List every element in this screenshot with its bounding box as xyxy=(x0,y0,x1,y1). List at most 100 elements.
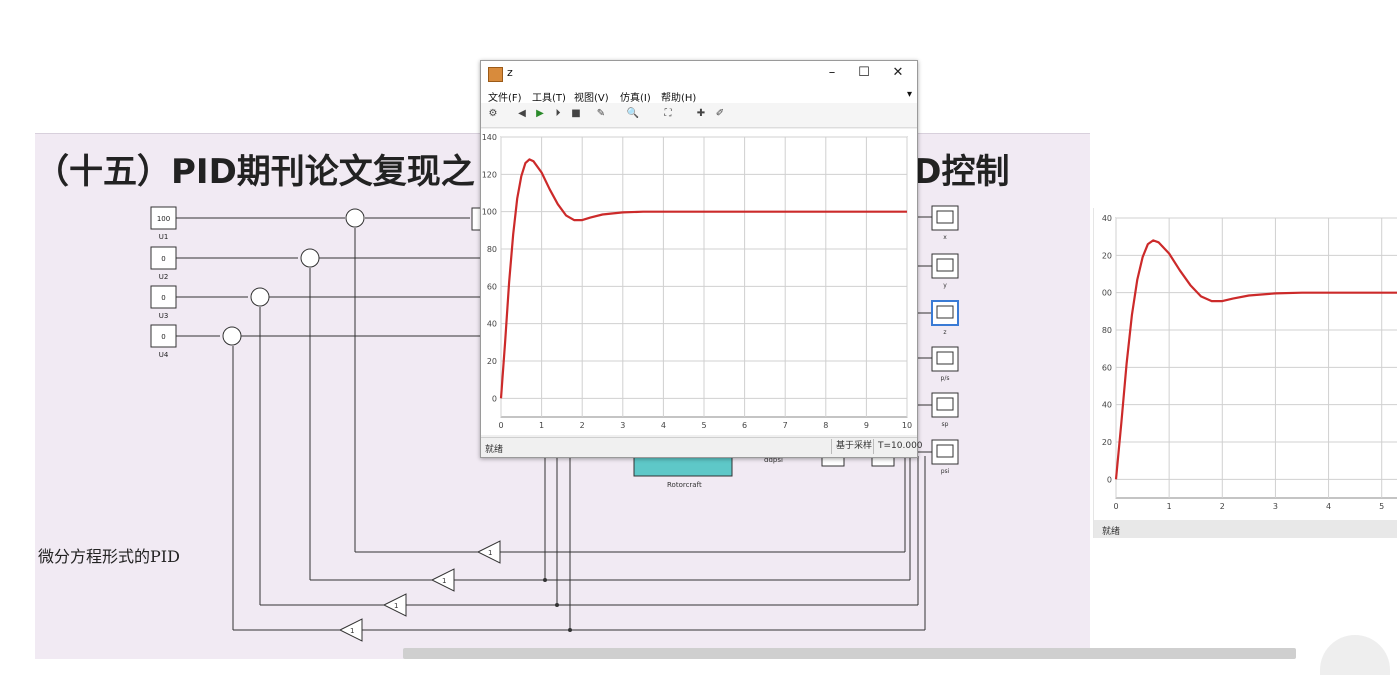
y-tick-label: 60 xyxy=(487,282,497,291)
toolbar: ⚙ ◀ ▶ ⏵ ■ ✎ 🔍 ⛶ ✚ ✐ xyxy=(481,103,917,128)
y-tick-label: 20 xyxy=(487,357,497,366)
constant-value: 0 xyxy=(161,333,165,341)
x-tick-label: 0 xyxy=(1113,502,1118,511)
scope-label: sp xyxy=(942,421,949,428)
y-tick-label: 00 xyxy=(1102,289,1112,298)
plot-area: 0 1 2 3 4 5 6 7 8 9 10 0 20 40 60 80 100 120 140 xyxy=(481,129,917,435)
constant-value: 100 xyxy=(157,215,170,223)
y-tick-label: 20 xyxy=(1102,438,1112,447)
constant-value: 0 xyxy=(161,255,165,263)
scope-screen-icon xyxy=(936,351,954,365)
x-tick-label: 10 xyxy=(902,421,912,430)
y-tick-label: 120 xyxy=(482,170,497,179)
y-tick-label: 40 xyxy=(1102,214,1112,223)
x-tick-label: 2 xyxy=(1220,502,1225,511)
autoscale-icon[interactable]: ⛶ xyxy=(661,107,675,121)
scope-label: psi xyxy=(941,468,950,475)
x-tick-label: 5 xyxy=(1379,502,1384,511)
right-status-bar: 就绪 xyxy=(1094,520,1397,538)
scope-screen-icon xyxy=(936,258,954,272)
x-tick-label: 3 xyxy=(1273,502,1278,511)
constant-label: U3 xyxy=(159,312,169,320)
y-tick-label: 0 xyxy=(1107,475,1112,484)
matlab-icon xyxy=(488,67,503,82)
y-tick-label: 80 xyxy=(487,245,497,254)
x-tick-label: 1 xyxy=(539,421,544,430)
menu-overflow-icon[interactable]: ▾ xyxy=(907,89,912,100)
scope-screen-icon xyxy=(936,305,954,319)
x-tick-label: 8 xyxy=(823,421,828,430)
x-tick-label: 0 xyxy=(498,421,503,430)
x-tick-label: 4 xyxy=(1326,502,1331,511)
scope-screen-icon xyxy=(936,444,954,458)
menu-bar: 文件(F) 工具(T) 视图(V) 仿真(I) 帮助(H) ▾ xyxy=(481,87,917,104)
constant-value: 0 xyxy=(161,294,165,302)
sum-block xyxy=(300,248,320,268)
menu-simulation[interactable]: 仿真(I) xyxy=(620,89,651,104)
sum-block xyxy=(250,287,270,307)
scope-plot: 0 1 2 3 4 5 6 7 8 9 10020406080100120140 xyxy=(482,133,912,430)
subsystem-label: Rotorcraft xyxy=(667,481,702,489)
x-tick-label: 9 xyxy=(864,421,869,430)
step-back-icon[interactable]: ◀ xyxy=(515,107,529,121)
cursor-measure-icon[interactable]: ✚ xyxy=(694,107,708,121)
right-scope-panel: 0123456020406080002040 就绪 xyxy=(1093,208,1397,538)
gain-label: 1 xyxy=(350,627,354,635)
constant-label: U4 xyxy=(159,351,169,359)
step-forward-icon[interactable]: ⏵ xyxy=(551,107,565,121)
window-title: z xyxy=(507,66,513,79)
status-bar: 就绪 基于采样 T=10.000 xyxy=(481,437,923,457)
horizontal-scrollbar[interactable] xyxy=(403,648,1296,659)
edit-icon[interactable]: ✐ xyxy=(713,107,727,121)
scope-label: p/s xyxy=(941,375,950,382)
plot-frame xyxy=(1115,217,1397,499)
menu-file[interactable]: 文件(F) xyxy=(488,89,522,104)
scope-label: y xyxy=(943,282,947,289)
status-mode: 基于采样 xyxy=(831,439,876,454)
x-tick-label: 2 xyxy=(580,421,585,430)
gain-label: 1 xyxy=(442,577,446,585)
gain-label: 1 xyxy=(394,602,398,610)
rotorcraft-subsystem xyxy=(633,455,733,477)
scope-screen-icon xyxy=(936,397,954,411)
scope-screen-icon xyxy=(936,210,954,224)
maximize-icon[interactable]: ☐ xyxy=(849,63,879,83)
status-time: T=10.000 xyxy=(873,439,927,454)
zoom-icon[interactable]: 🔍 xyxy=(626,107,640,121)
scope-label: z xyxy=(943,329,946,336)
menu-view[interactable]: 视图(V) xyxy=(574,89,609,104)
x-tick-label: 4 xyxy=(661,421,666,430)
close-icon[interactable]: ✕ xyxy=(883,63,913,83)
settings-icon[interactable]: ⚙ xyxy=(486,107,500,121)
status-ready: 就绪 xyxy=(485,445,504,455)
y-tick-label: 0 xyxy=(492,394,497,403)
right-status-ready: 就绪 xyxy=(1102,527,1121,537)
right-scope-plot: 0123456020406080002040 xyxy=(1102,214,1397,511)
y-tick-label: 60 xyxy=(1102,363,1112,372)
run-icon[interactable]: ▶ xyxy=(533,107,547,121)
title-bar: z – ☐ ✕ xyxy=(481,61,917,87)
minimize-icon[interactable]: – xyxy=(817,63,847,83)
x-tick-label: 1 xyxy=(1167,502,1172,511)
y-tick-label: 140 xyxy=(482,133,497,142)
y-tick-label: 80 xyxy=(1102,326,1112,335)
x-tick-label: 5 xyxy=(701,421,706,430)
scope-window: z – ☐ ✕ 文件(F) 工具(T) 视图(V) 仿真(I) 帮助(H) ▾ … xyxy=(480,60,923,458)
y-tick-label: 40 xyxy=(487,320,497,329)
sum-block xyxy=(345,208,365,228)
x-tick-label: 6 xyxy=(742,421,747,430)
highlight-icon[interactable]: ✎ xyxy=(594,107,608,121)
menu-tools[interactable]: 工具(T) xyxy=(532,89,566,104)
y-tick-label: 20 xyxy=(1102,251,1112,260)
constant-label: U2 xyxy=(159,273,169,281)
x-tick-label: 7 xyxy=(783,421,788,430)
gain-label: 1 xyxy=(488,549,492,557)
constant-label: U1 xyxy=(159,233,169,241)
scope-label: x xyxy=(943,234,947,241)
sum-block xyxy=(222,326,242,346)
x-tick-label: 3 xyxy=(620,421,625,430)
y-tick-label: 100 xyxy=(482,208,497,217)
menu-help[interactable]: 帮助(H) xyxy=(661,89,696,104)
y-tick-label: 40 xyxy=(1102,401,1112,410)
stop-icon[interactable]: ■ xyxy=(569,107,583,121)
